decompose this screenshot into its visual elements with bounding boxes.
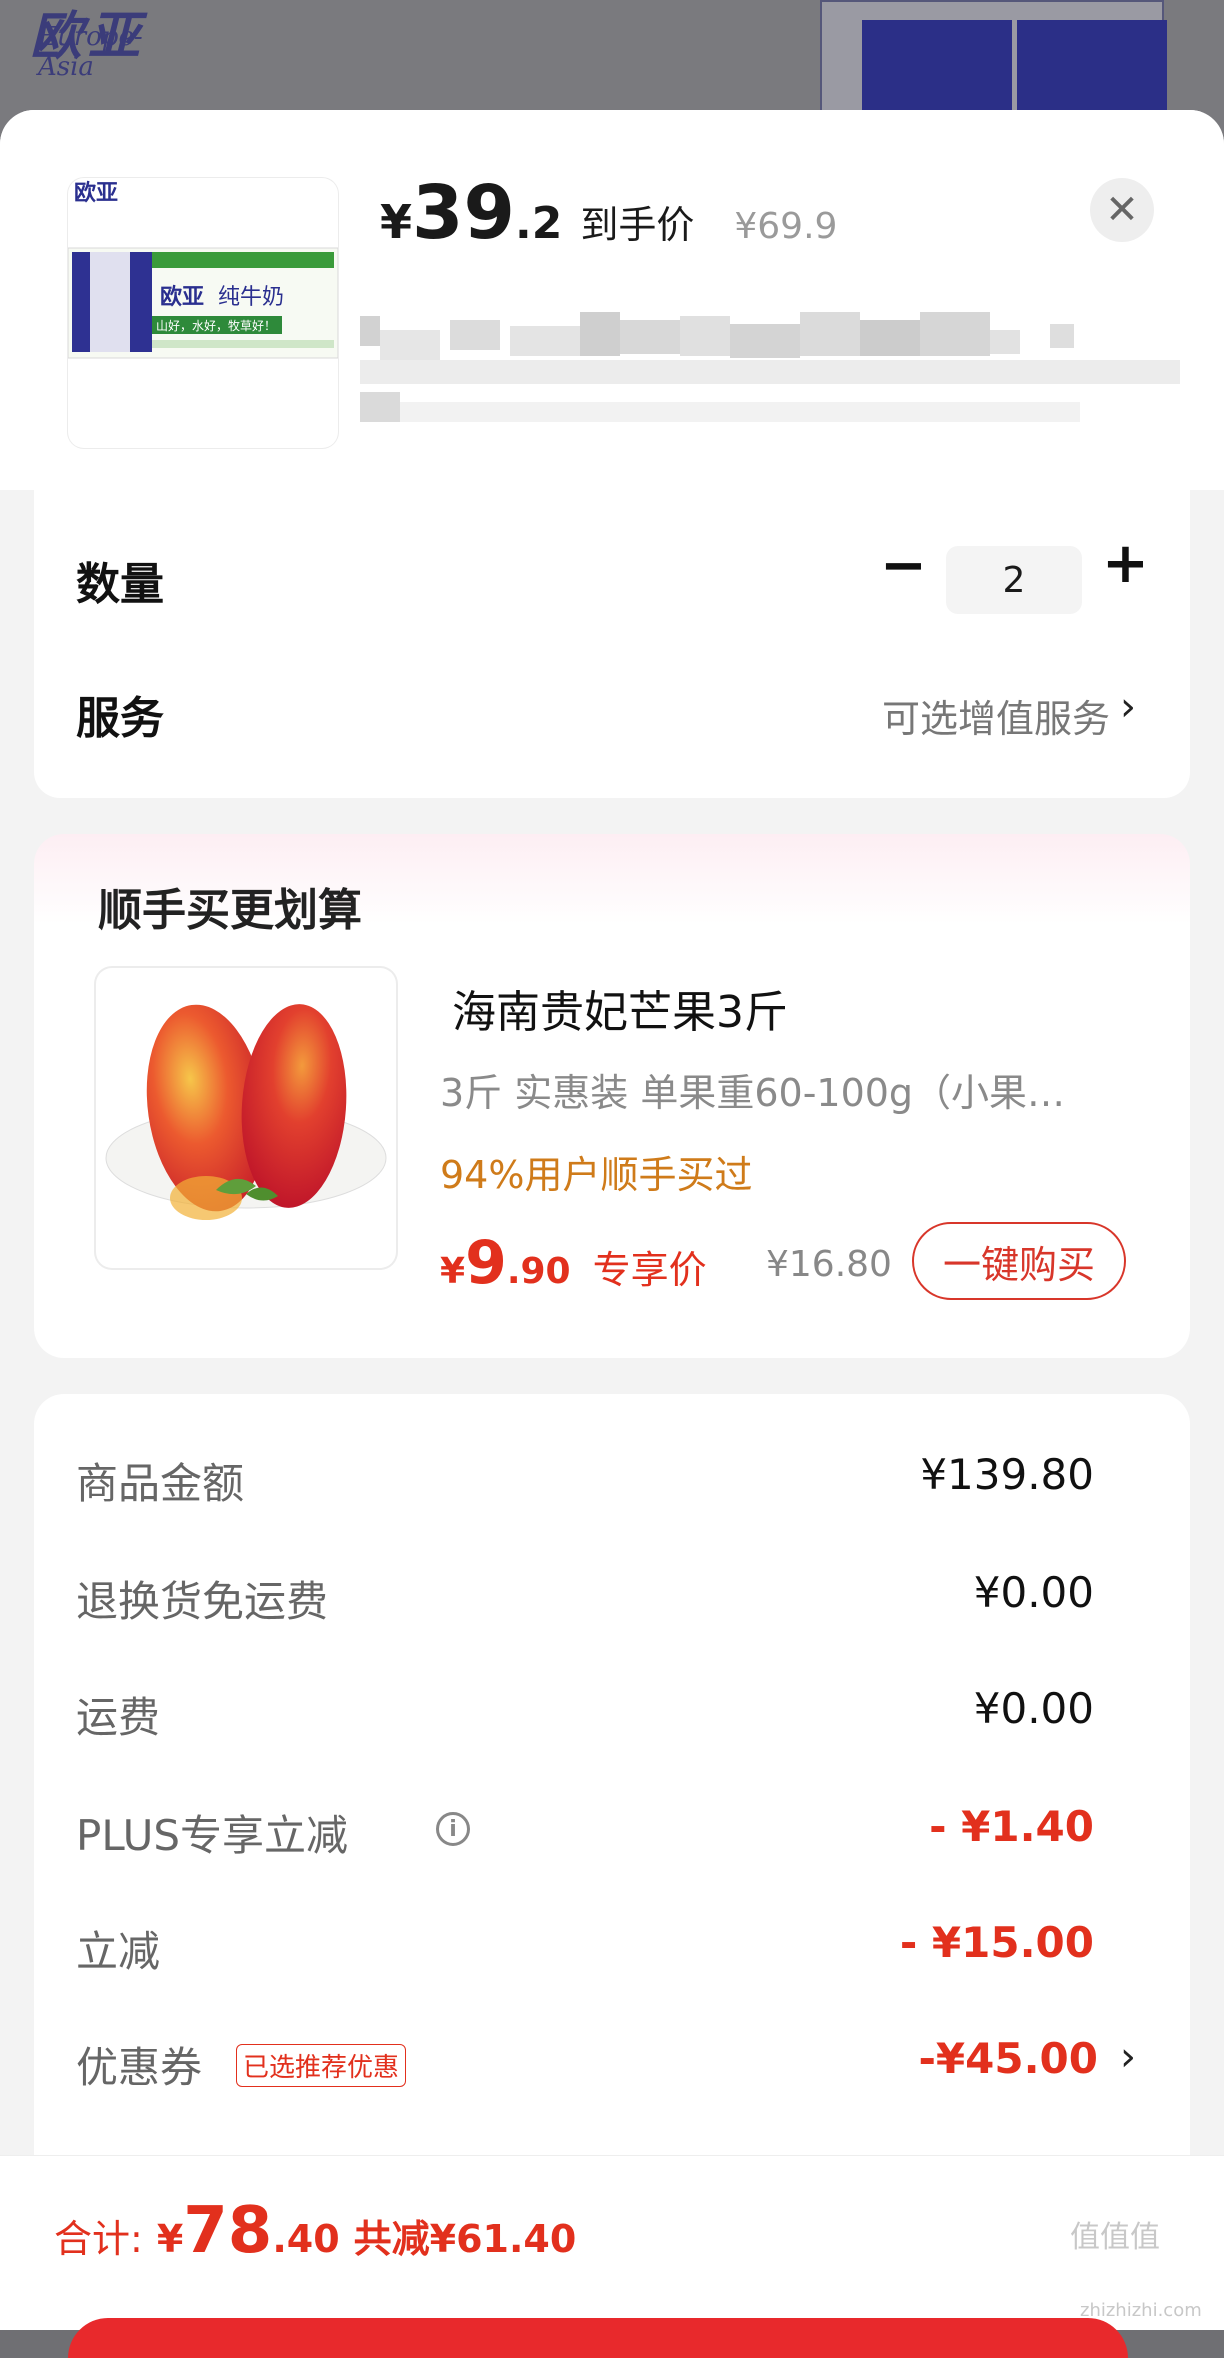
mango-image[interactable] [96,968,396,1268]
shipping-value: ¥0.00 [973,1684,1094,1733]
original-price: ¥69.9 [734,206,838,247]
options-card: 数量 − 2 + 服务 可选增值服务 › [34,490,1190,798]
svg-text:欧亚: 欧亚 [74,180,118,206]
total-price: 合计: ¥ 78 .40 共减¥61.40 [54,2194,577,2268]
brand-logo: 欧亚 Europe-Asia [30,6,147,82]
quantity-stepper[interactable]: 2 [946,546,1082,614]
upsell-social-proof: 94%用户顺手买过 [440,1153,753,1197]
total-saved: 共减¥61.40 [353,2217,577,2261]
service-label: 服务 [76,693,164,744]
instant-discount-value: - ¥15.00 [899,1918,1094,1967]
chevron-right-icon[interactable]: › [1120,2034,1136,2080]
quantity-label: 数量 [76,559,164,610]
close-icon[interactable]: ✕ [1090,178,1154,242]
watermark: 值值值 [1070,2220,1160,2255]
upsell-title: 顺手买更划算 [98,885,362,936]
product-header: 欧亚 欧亚 纯牛奶 山好，水好，牧草好！ ¥ 39 .2 到手价 ¥69.9 ✕ [0,110,1224,490]
purchase-sheet: 欧亚 欧亚 纯牛奶 山好，水好，牧草好！ ¥ 39 .2 到手价 ¥69.9 ✕ [0,110,1224,2329]
plus-icon[interactable]: + [1102,536,1149,592]
svg-text:山好，水好，牧草好！: 山好，水好，牧草好！ [156,319,276,333]
background-product-image [820,0,1167,119]
coupon-tag: 已选推荐优惠 [236,2044,407,2087]
instant-discount-label: 立减 [76,1927,161,1976]
return-shipping-label: 退换货免运费 [76,1577,329,1626]
plus-discount-value: - ¥1.40 [929,1802,1094,1851]
goods-amount-label: 商品金额 [76,1459,245,1508]
watermark-url: zhizhizhi.com [1080,2300,1202,2321]
upsell-spec: 3斤 实惠装 单果重60-100g（小果… [440,1071,1066,1115]
minus-icon[interactable]: − [880,538,927,594]
coupon-label[interactable]: 优惠券 [76,2034,202,2095]
shipping-label: 运费 [76,1693,161,1742]
coupon-value[interactable]: -¥45.00 [918,2034,1098,2083]
svg-text:欧亚: 欧亚 [160,284,204,310]
goods-amount-value: ¥139.80 [920,1450,1094,1499]
svg-text:纯牛奶: 纯牛奶 [218,285,284,310]
upsell-price: ¥ 9 .90 专享价 [440,1228,707,1298]
info-icon[interactable]: i [436,1812,470,1846]
redacted-product-title [360,312,1180,422]
upsell-product-name[interactable]: 海南贵妃芒果3斤 [452,976,788,1040]
product-price: ¥ 39 .2 到手价 ¥69.9 [380,170,838,256]
upsell-card: 顺手买更划算 海南贵妃芒果3斤 3斤 实惠装 单果重60-100g（小果… 94… [34,834,1190,1358]
return-shipping-value: ¥0.00 [973,1568,1094,1617]
plus-discount-label: PLUS专享立减 [76,1811,349,1860]
service-option[interactable]: 可选增值服务 [882,688,1110,743]
product-thumbnail: 欧亚 欧亚 纯牛奶 山好，水好，牧草好！ [68,178,338,448]
checkout-footer: 合计: ¥ 78 .40 共减¥61.40 [0,2155,1224,2358]
submit-order-button[interactable] [68,2318,1128,2358]
one-click-buy-button[interactable]: 一键购买 [912,1222,1126,1300]
upsell-original-price: ¥16.80 [766,1244,892,1285]
chevron-right-icon[interactable]: › [1120,684,1136,730]
price-label: 到手价 [580,203,695,247]
